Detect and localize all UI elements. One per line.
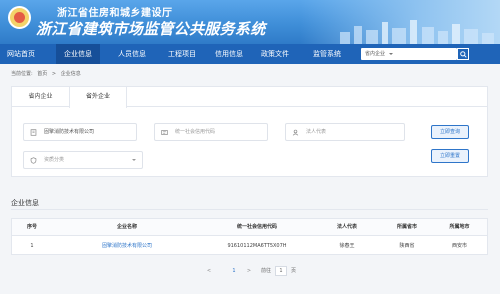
tab-in-province[interactable]: 省内企业 bbox=[12, 87, 69, 107]
results-table: 序号 企业名称 统一社会信用代码 法人代表 所属省市 所属地市 1 固擎消防技术… bbox=[11, 218, 488, 255]
main-nav: 网站首页 企业信息 人员信息 工程项目 信用信息 政策文件 监管系统 省内企业 bbox=[0, 44, 500, 64]
chevron-down-icon bbox=[389, 53, 393, 55]
table-row: 1 固擎消防技术有限公司 91610112MA6TT5X07H 徐春王 陕西省 … bbox=[12, 237, 487, 255]
cell-index: 1 bbox=[30, 243, 34, 249]
reset-button[interactable]: 立即重置 bbox=[431, 149, 469, 163]
id-card-icon bbox=[161, 130, 168, 135]
company-name-field[interactable]: 固擎消防技术有限公司 bbox=[23, 123, 137, 141]
column-header-city: 所属地市 bbox=[449, 224, 470, 230]
department-logo-icon bbox=[8, 6, 31, 29]
legal-rep-input[interactable]: 法人代表 bbox=[306, 124, 326, 140]
qualification-select-value[interactable]: 资质分类 bbox=[44, 152, 64, 168]
nav-item-enterprise[interactable]: 企业信息 bbox=[56, 44, 100, 64]
cell-city: 西安市 bbox=[451, 243, 467, 249]
qualification-select[interactable]: 资质分类 bbox=[23, 151, 143, 169]
company-name-link[interactable]: 固擎消防技术有限公司 bbox=[52, 237, 202, 255]
nav-item-projects[interactable]: 工程项目 bbox=[160, 44, 204, 64]
breadcrumb-separator: > bbox=[51, 71, 57, 77]
breadcrumb-home-link[interactable]: 首页 bbox=[37, 71, 47, 77]
search-scope-select[interactable]: 省内企业 bbox=[365, 48, 385, 60]
org-title: 浙江省住房和城乡建设厅 bbox=[57, 8, 173, 19]
cell-legal-rep: 徐春王 bbox=[339, 243, 355, 249]
column-header-legal-rep: 法人代表 bbox=[336, 224, 357, 230]
results-title: 企业信息 bbox=[11, 199, 39, 207]
nav-item-supervision[interactable]: 监管系统 bbox=[304, 44, 350, 64]
chevron-down-icon bbox=[132, 159, 136, 161]
goto-label: 前往 bbox=[261, 268, 272, 274]
column-header-company: 企业名称 bbox=[116, 224, 137, 230]
search-panel: 省内企业 省外企业 固擎消防技术有限公司 统一社会信用代码 法人代表 立即查询 … bbox=[11, 86, 488, 177]
divider bbox=[11, 209, 488, 210]
page-number-current[interactable]: 1 bbox=[229, 266, 239, 276]
enterprise-tabs: 省内企业 省外企业 bbox=[12, 87, 487, 108]
user-icon bbox=[292, 129, 299, 136]
credit-code-field[interactable]: 统一社会信用代码 bbox=[154, 123, 268, 141]
nav-item-policy[interactable]: 政策文件 bbox=[253, 44, 297, 64]
cell-province: 陕西省 bbox=[399, 243, 415, 249]
breadcrumb: 当前位置: 首页 > 企业信息 bbox=[11, 70, 84, 77]
next-page-button[interactable]: > bbox=[245, 266, 253, 276]
credit-code-input[interactable]: 统一社会信用代码 bbox=[175, 124, 215, 140]
column-header-credit-code: 统一社会信用代码 bbox=[236, 224, 277, 230]
nav-search-box[interactable]: 省内企业 bbox=[361, 48, 457, 60]
nav-item-credit[interactable]: 信用信息 bbox=[207, 44, 251, 64]
page-jump-input[interactable]: 1 bbox=[275, 266, 287, 276]
nav-item-home[interactable]: 网站首页 bbox=[0, 44, 42, 64]
nav-item-personnel[interactable]: 人员信息 bbox=[110, 44, 154, 64]
legal-rep-field[interactable]: 法人代表 bbox=[285, 123, 405, 141]
breadcrumb-current: 企业信息 bbox=[60, 71, 81, 77]
search-icon bbox=[460, 51, 467, 58]
company-name-input[interactable]: 固擎消防技术有限公司 bbox=[44, 124, 94, 140]
column-header-province: 所属省市 bbox=[396, 224, 417, 230]
city-skyline-image bbox=[340, 20, 494, 44]
prev-page-button[interactable]: < bbox=[205, 266, 213, 276]
breadcrumb-prefix: 当前位置: bbox=[11, 71, 33, 77]
shield-icon bbox=[30, 157, 37, 164]
header-banner: 浙江省住房和城乡建设厅 浙江省建筑市场监管公共服务系统 bbox=[0, 0, 500, 44]
building-icon bbox=[30, 129, 37, 136]
table-header: 序号 企业名称 统一社会信用代码 法人代表 所属省市 所属地市 bbox=[12, 219, 487, 236]
search-button[interactable] bbox=[457, 48, 469, 60]
query-button[interactable]: 立即查询 bbox=[431, 125, 469, 139]
platform-title: 浙江省建筑市场监管公共服务系统 bbox=[36, 20, 266, 38]
column-header-index: 序号 bbox=[26, 224, 37, 230]
tab-out-province[interactable]: 省外企业 bbox=[69, 87, 127, 108]
page-suffix: 页 bbox=[291, 268, 297, 274]
cell-credit-code: 91610112MA6TT5X07H bbox=[227, 243, 287, 249]
